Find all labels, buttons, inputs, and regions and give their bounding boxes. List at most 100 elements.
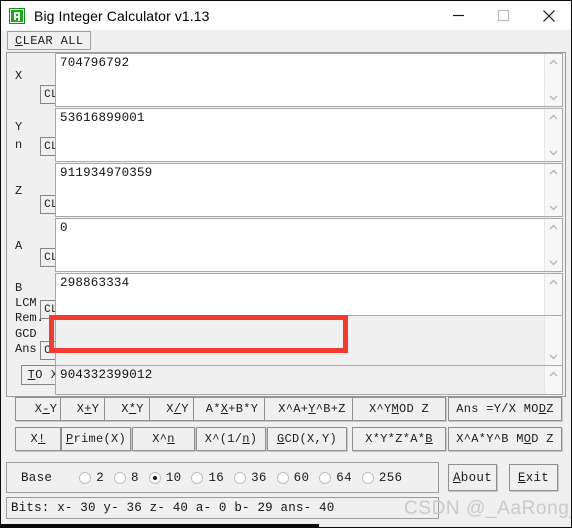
field-value-ans[interactable]: 904332399012 [56,366,544,394]
field-label-lcm: LCM [15,296,37,310]
scroll-up-icon-b[interactable] [545,275,562,289]
op-ax-plus-by[interactable]: A* X +B*Y [193,397,271,421]
base-option-label-8: 8 [131,470,139,485]
field-value-z[interactable]: 911934970359 [56,164,544,216]
exit-mnemonic: E [517,470,526,485]
field-label-ans: Ans [15,342,37,356]
field-ans[interactable]: 904332399012 [55,365,563,395]
radio-dot-8[interactable] [114,471,127,484]
base-radio-60[interactable]: 60 [276,471,310,485]
close-icon[interactable] [526,1,571,30]
op-ans-y-div-x-mod-z[interactable]: Ans =Y/X MO D Z [448,397,562,421]
op-post: Y [136,402,144,416]
field-ans-upper[interactable] [55,315,563,365]
field-label-x: X [15,69,23,83]
op-pre: X^(1/ [204,432,243,446]
op-post: ) [249,432,258,446]
op-prime-x[interactable]: Prime(X) [61,427,131,451]
base-option-label-64: 64 [336,470,352,485]
scrollbar-z[interactable] [544,164,562,216]
field-label-a: A [15,239,23,253]
menu-item-clear-all[interactable]: C LEAR ALL [7,31,92,50]
scroll-up-icon-ans[interactable] [545,367,562,381]
op-mnemonic: P [65,432,74,446]
op-mnemonic: B [425,432,433,446]
field-x[interactable]: 704796792 [55,53,563,107]
scroll-up-icon-z[interactable] [545,165,562,179]
exit-button[interactable]: Exit [509,464,558,491]
op-mnemonic: / [173,402,182,416]
radio-dot-256[interactable] [361,471,374,484]
scrollbar-x[interactable] [544,54,562,106]
radio-dot-36[interactable] [234,471,247,484]
exit-label: xit [525,470,550,485]
field-value-y[interactable]: 53616899001 [56,109,544,161]
status-text: Bits: x- 30 y- 36 z- 40 a- 0 b- 29 ans- … [11,501,335,515]
base-radio-16[interactable]: 16 [191,471,224,485]
scroll-down-icon-a[interactable] [545,256,562,270]
op-mnemonic: X [220,402,229,416]
scroll-down-icon-ans[interactable] [545,350,562,364]
op-x-pow-n[interactable]: X^ n [132,427,195,451]
field-y[interactable]: 53616899001 [55,108,563,162]
scrollbar-a[interactable] [544,219,562,271]
radio-dot-60[interactable] [276,471,289,484]
base-radio-64[interactable]: 64 [319,471,352,485]
field-a[interactable]: 0 [55,218,563,272]
base-radio-10[interactable]: 10 [148,471,182,485]
about-button[interactable]: About [448,464,497,491]
scrollbar-ans[interactable] [544,366,562,394]
status-bar: Bits: x- 30 y- 36 z- 40 a- 0 b- 29 ans- … [6,497,439,519]
field-value-a[interactable]: 0 [56,219,544,271]
op-xa-plus-yb-plus-z[interactable]: X^A+ Y ^B+Z [264,397,360,421]
op-gcd-x-y[interactable]: G CD(X,Y) [267,427,347,451]
op-pre: X [76,402,85,416]
op-mnemonic: O [523,432,532,446]
field-label-z: Z [15,184,23,198]
op-post: OD Z [399,402,430,416]
scrollbar-ans-upper[interactable] [544,316,562,365]
minimize-icon[interactable] [436,1,481,30]
scrollbar-y[interactable] [544,109,562,161]
scroll-down-icon-z[interactable] [545,201,562,215]
base-radio-256[interactable]: 256 [361,471,402,485]
base-option-label-16: 16 [208,470,225,485]
op-post: +B*Y [228,402,259,416]
clear-all-mnemonic: C [15,33,23,48]
radio-dot-16[interactable] [191,471,204,484]
field-value-x[interactable]: 704796792 [56,54,544,106]
title-bar: Big Integer Calculator v1.13 [1,1,571,30]
scroll-down-icon-x[interactable] [545,91,562,105]
op-x-y-z-a-b[interactable]: X*Y*Z*A* B [352,427,446,451]
scroll-down-icon-y[interactable] [545,146,562,160]
scroll-up-icon-a[interactable] [545,220,562,234]
scroll-up-icon-y[interactable] [545,110,562,124]
op-mnemonic: ! [38,432,46,446]
op-x-root-n[interactable]: X^(1/n) [196,427,266,451]
base-option-label-36: 36 [251,470,267,485]
op-xy-mod-z[interactable]: X^Y M OD Z [352,397,446,421]
maximize-icon[interactable] [481,1,526,30]
scroll-up-icon-x[interactable] [545,55,562,69]
window-controls [436,1,571,30]
op-post: CD(X,Y) [284,432,338,446]
op-xa-yb-mod-z[interactable]: X^A*Y^B MOD Z [448,427,562,451]
to-x-mnemonic: T [27,368,36,382]
base-radio-2[interactable]: 2 [79,471,104,485]
application-window: Big Integer Calculator v1.13 C LEAR ALL X… [0,0,572,528]
base-radio-8[interactable]: 8 [114,471,139,485]
base-bar: Base 2 8 10 16 36 60 64 256 [6,462,439,493]
base-radio-36[interactable]: 36 [234,471,267,485]
op-x-factorial[interactable]: X ! [15,427,61,451]
op-mnemonic: G [276,432,285,446]
op-pre: X [30,432,38,446]
op-mnemonic: n [242,432,250,446]
field-z[interactable]: 911934970359 [55,163,563,217]
op-pre: A* [205,402,221,416]
field-row-x: X CL 704796792 [7,53,565,107]
op-pre: X^A*Y^B M [456,432,524,446]
radio-dot-2[interactable] [79,471,92,484]
op-pre: Ans =Y/X MO [456,402,539,416]
radio-dot-10[interactable] [148,471,161,484]
radio-dot-64[interactable] [319,471,332,484]
